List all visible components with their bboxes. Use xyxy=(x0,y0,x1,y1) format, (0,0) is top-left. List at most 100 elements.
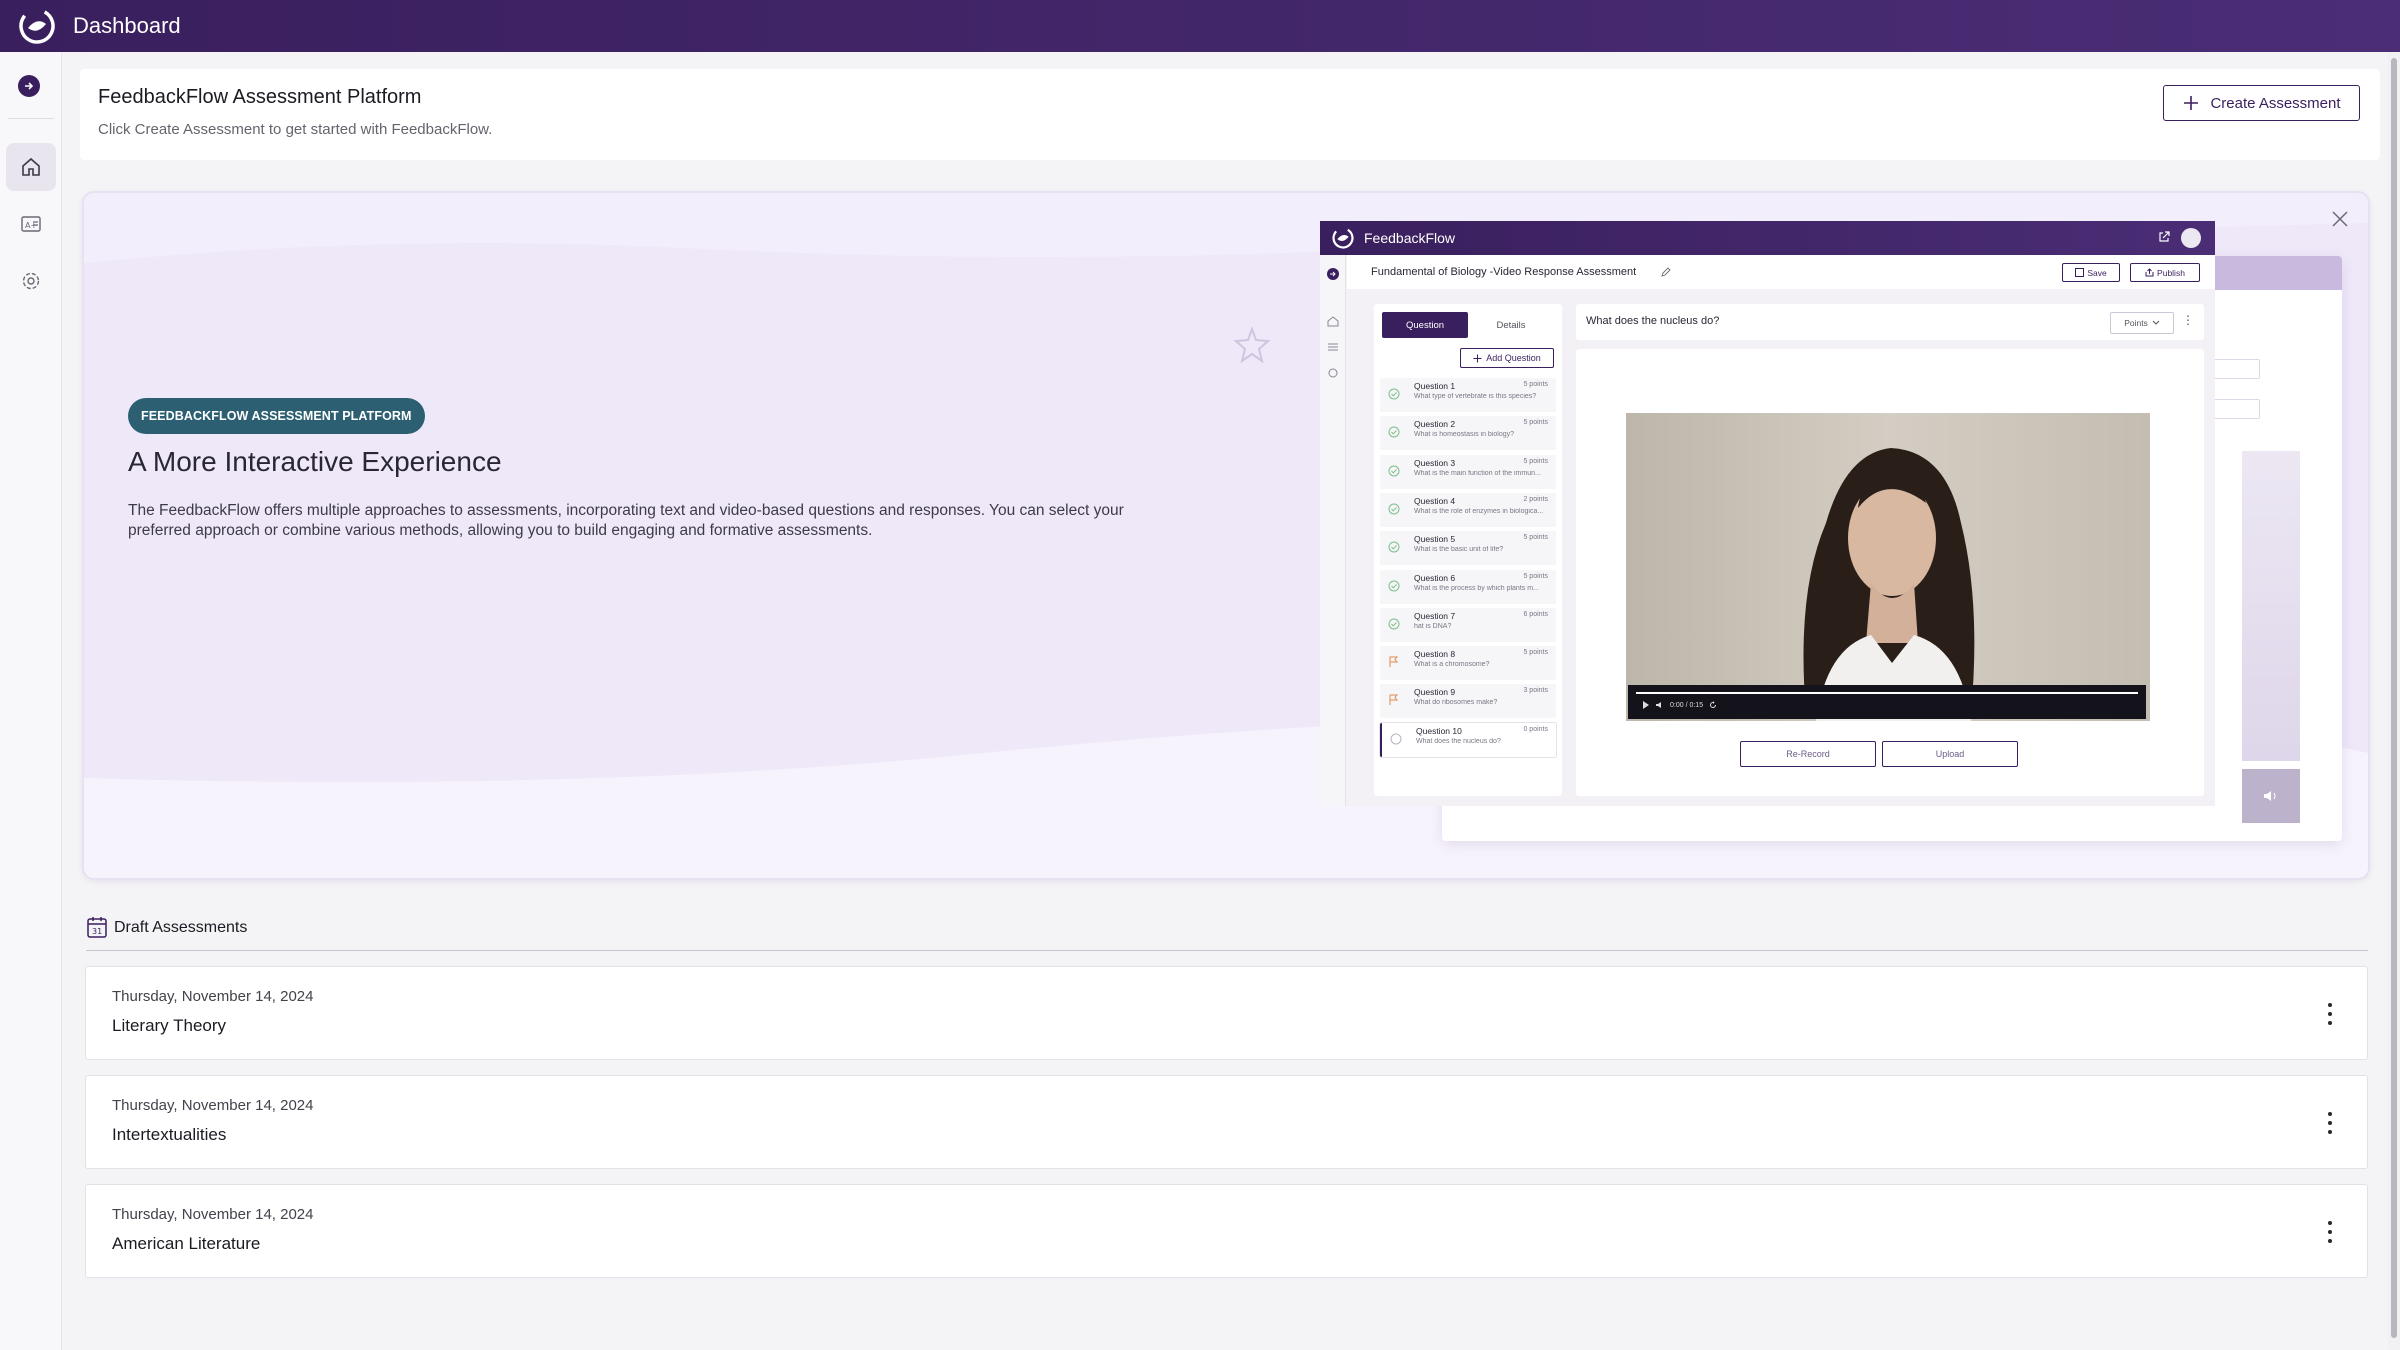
more-options-icon[interactable] xyxy=(2323,1217,2337,1247)
play-icon xyxy=(1643,701,1649,709)
mockup-tab-question: Question xyxy=(1382,312,1468,338)
mockup-question-title: Question 10 xyxy=(1416,725,1462,736)
mockup-question-item: Question 1 What type of vertebrate is thi… xyxy=(1380,378,1556,412)
sidebar-item-grades[interactable]: A+ xyxy=(6,200,56,248)
draft-date: Thursday, November 14, 2024 xyxy=(112,1206,314,1223)
mockup-assessment-title: Fundamental of Biology -Video Response A… xyxy=(1371,266,1637,278)
external-link-icon xyxy=(2159,231,2170,242)
mockup-video-time-label: 0:00 / 0:15 xyxy=(1670,701,1704,709)
mockup-home-icon xyxy=(1327,316,1339,327)
mockup-video-controls: 0:00 / 0:15 xyxy=(1628,685,2146,719)
page-scrollbar[interactable] xyxy=(2388,52,2400,1350)
mockup-video-player: 0:00 / 0:15 xyxy=(1626,413,2150,721)
edit-pencil-icon xyxy=(1661,267,1671,277)
mockup-question-title: Question 8 xyxy=(1414,649,1456,660)
draft-card[interactable]: Thursday, November 14, 2024 Intertextual… xyxy=(85,1075,2368,1169)
mockup-tabs: Question Details xyxy=(1382,312,1554,338)
draft-card[interactable]: Thursday, November 14, 2024 American Lit… xyxy=(85,1184,2368,1278)
close-banner-icon[interactable] xyxy=(2326,205,2354,233)
mockup-question-points: 5 points xyxy=(1523,381,1548,388)
mockup-question-item: Question 9 What do ribosomes make? 3 point… xyxy=(1380,684,1556,719)
more-options-icon[interactable] xyxy=(2323,1108,2337,1138)
mockup-question-points: 5 points xyxy=(1523,419,1548,427)
mockup-question-item: Question 4 What is the role of enzymes in… xyxy=(1380,492,1556,527)
draft-name: Intertextualities xyxy=(112,1125,227,1144)
mockup-question-panel: Question Details Add Question Question 1… xyxy=(1374,304,1562,796)
mockup-tab-details: Details xyxy=(1496,319,1526,331)
mockup-question-title: Question 6 xyxy=(1414,572,1456,583)
draft-card[interactable]: Thursday, November 14, 2024 Literary The… xyxy=(85,966,2368,1060)
gear-icon xyxy=(22,272,40,290)
mockup-list-icon xyxy=(1328,343,1338,351)
hero-badge: FEEDBACKFLOW ASSESSMENT PLATFORM xyxy=(128,398,425,434)
mockup-question-item: Question 8 What is a chromosome? 5 points xyxy=(1380,646,1556,681)
video-portrait-image xyxy=(1626,413,2150,721)
mockup-add-question-button: Add Question xyxy=(1460,348,1554,368)
mockup-question-points: 5 points xyxy=(1523,457,1548,465)
feedbackflow-logo-icon[interactable] xyxy=(17,6,57,46)
mockup-question-title: Question 3 xyxy=(1414,457,1456,468)
mockup-question-item: Question 10 What does the nucleus do? 0 po… xyxy=(1380,722,1556,757)
mockup-video-progress xyxy=(1636,692,2138,694)
mockup-question-header: What does the nucleus do? Points ⋮ xyxy=(1576,304,2204,340)
mockup-publish-label: Publish xyxy=(2157,267,2185,278)
mockup-points-label: Points xyxy=(2124,318,2148,328)
volume-icon xyxy=(2242,769,2300,823)
calendar-day: 31 xyxy=(92,927,102,936)
mockup-question-text: What do ribosomes make? xyxy=(1414,699,1498,707)
check-circle-icon xyxy=(1388,388,1400,400)
mockup-question-item: Question 2 What is homeostasis in biology… xyxy=(1380,416,1556,451)
calendar-icon: 31 xyxy=(87,917,107,938)
drafts-title: Draft Assessments xyxy=(114,919,248,936)
sidebar-item-settings[interactable] xyxy=(6,257,56,305)
mockup-points-select: Points xyxy=(2110,312,2174,334)
mockup-question-title: Question 9 xyxy=(1414,687,1456,698)
app-title: Dashboard xyxy=(73,13,181,38)
draft-date: Thursday, November 14, 2024 xyxy=(112,1097,314,1114)
mockup-titlebar: FeedbackFlow xyxy=(1320,221,2215,255)
mockup-settings-icon xyxy=(1328,368,1338,378)
hero-heading: A More Interactive Experience xyxy=(128,446,502,477)
mockup-question-text: What is homeostasis in biology? xyxy=(1414,431,1514,439)
create-assessment-label: Create Assessment xyxy=(2210,94,2341,112)
mockup-question-points: 5 points xyxy=(1523,572,1548,580)
create-assessment-button[interactable]: Create Assessment xyxy=(2163,85,2360,121)
check-circle-icon xyxy=(1388,541,1400,553)
flag-icon xyxy=(1389,694,1399,706)
mockup-current-question: What does the nucleus do? xyxy=(1586,315,1720,327)
mockup-question-points: 2 points xyxy=(1523,495,1548,503)
mockup-logo-icon xyxy=(1330,225,1356,251)
mockup-question-item: Question 3 What is the main function of t… xyxy=(1380,454,1556,489)
mockup-question-text: What is a chromosome? xyxy=(1414,661,1490,669)
mockup-question-text: What is the process by which plants m... xyxy=(1414,584,1539,592)
mockup-question-text: What does the nucleus do? xyxy=(1416,737,1501,745)
mockup-sidebar xyxy=(1320,255,1346,806)
star-decoration-icon xyxy=(1233,326,1271,364)
mockup-question-text: What is the main function of the immun..… xyxy=(1414,469,1541,477)
mockup-add-question-label: Add Question xyxy=(1486,353,1541,363)
replay-icon xyxy=(1710,701,1717,708)
mockup-more-icon: ⋮ xyxy=(2182,313,2194,327)
check-circle-icon xyxy=(1388,503,1400,515)
empty-circle-icon xyxy=(1390,733,1402,745)
mockup-question-points: 3 points xyxy=(1523,687,1548,695)
chevron-down-icon xyxy=(2152,320,2160,325)
more-options-icon[interactable] xyxy=(2323,999,2337,1029)
grade-card-icon: A+ xyxy=(21,216,41,232)
draft-name: Literary Theory xyxy=(112,1016,227,1035)
top-bar: Dashboard xyxy=(0,0,2400,52)
mockup-question-item: Question 5 What is the basic unit of life… xyxy=(1380,531,1556,566)
mockup-question-title: Question 1 xyxy=(1414,381,1456,391)
volume-icon xyxy=(1656,702,1661,708)
page-title: FeedbackFlow Assessment Platform xyxy=(98,86,422,108)
drafts-divider xyxy=(86,950,2368,951)
mockup-rerecord-button: Re-Record xyxy=(1740,741,1876,767)
mockup-app-title: FeedbackFlow xyxy=(1364,230,1456,246)
mockup-question-title: Question 7 xyxy=(1414,610,1456,621)
mockup-save-label: Save xyxy=(2087,267,2107,278)
mockup-back-video xyxy=(2242,451,2300,761)
scrollbar-thumb[interactable] xyxy=(2391,58,2397,1338)
sidebar-item-home[interactable] xyxy=(6,143,56,191)
page-header: FeedbackFlow Assessment Platform Click C… xyxy=(80,69,2380,160)
expand-sidebar-icon[interactable] xyxy=(18,75,40,97)
